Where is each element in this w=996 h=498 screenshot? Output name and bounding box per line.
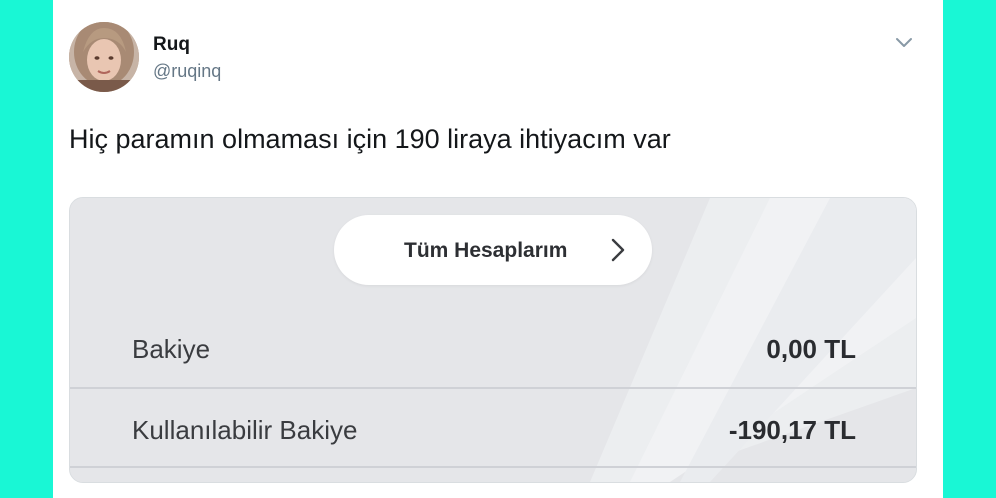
- profile-photo-icon: [69, 22, 139, 92]
- available-balance-row: Kullanılabilir Bakiye -190,17 TL: [70, 391, 916, 469]
- avatar[interactable]: [69, 22, 139, 92]
- author-handle[interactable]: @ruqinq: [153, 61, 221, 82]
- tweet-text: Hiç paramın olmaması için 190 liraya iht…: [69, 124, 671, 154]
- all-accounts-label: Tüm Hesaplarım: [404, 239, 568, 262]
- chevron-down-icon[interactable]: [893, 31, 915, 53]
- balance-label: Bakiye: [132, 334, 211, 364]
- available-balance-value: -190,17 TL: [728, 415, 856, 445]
- tweet-image[interactable]: Tüm Hesaplarım Bakiye 0,00 TL Kullanılab…: [69, 197, 917, 483]
- row-divider: [70, 466, 916, 468]
- author-name[interactable]: Ruq: [153, 34, 190, 56]
- balance-row: Bakiye 0,00 TL: [70, 310, 916, 388]
- tweet-card: Ruq @ruqinq Hiç paramın olmaması için 19…: [53, 0, 943, 498]
- all-accounts-button[interactable]: Tüm Hesaplarım: [334, 215, 652, 285]
- available-balance-label: Kullanılabilir Bakiye: [132, 415, 358, 445]
- chevron-right-icon: [611, 238, 625, 262]
- balance-value: 0,00 TL: [766, 334, 856, 364]
- row-divider: [70, 387, 916, 389]
